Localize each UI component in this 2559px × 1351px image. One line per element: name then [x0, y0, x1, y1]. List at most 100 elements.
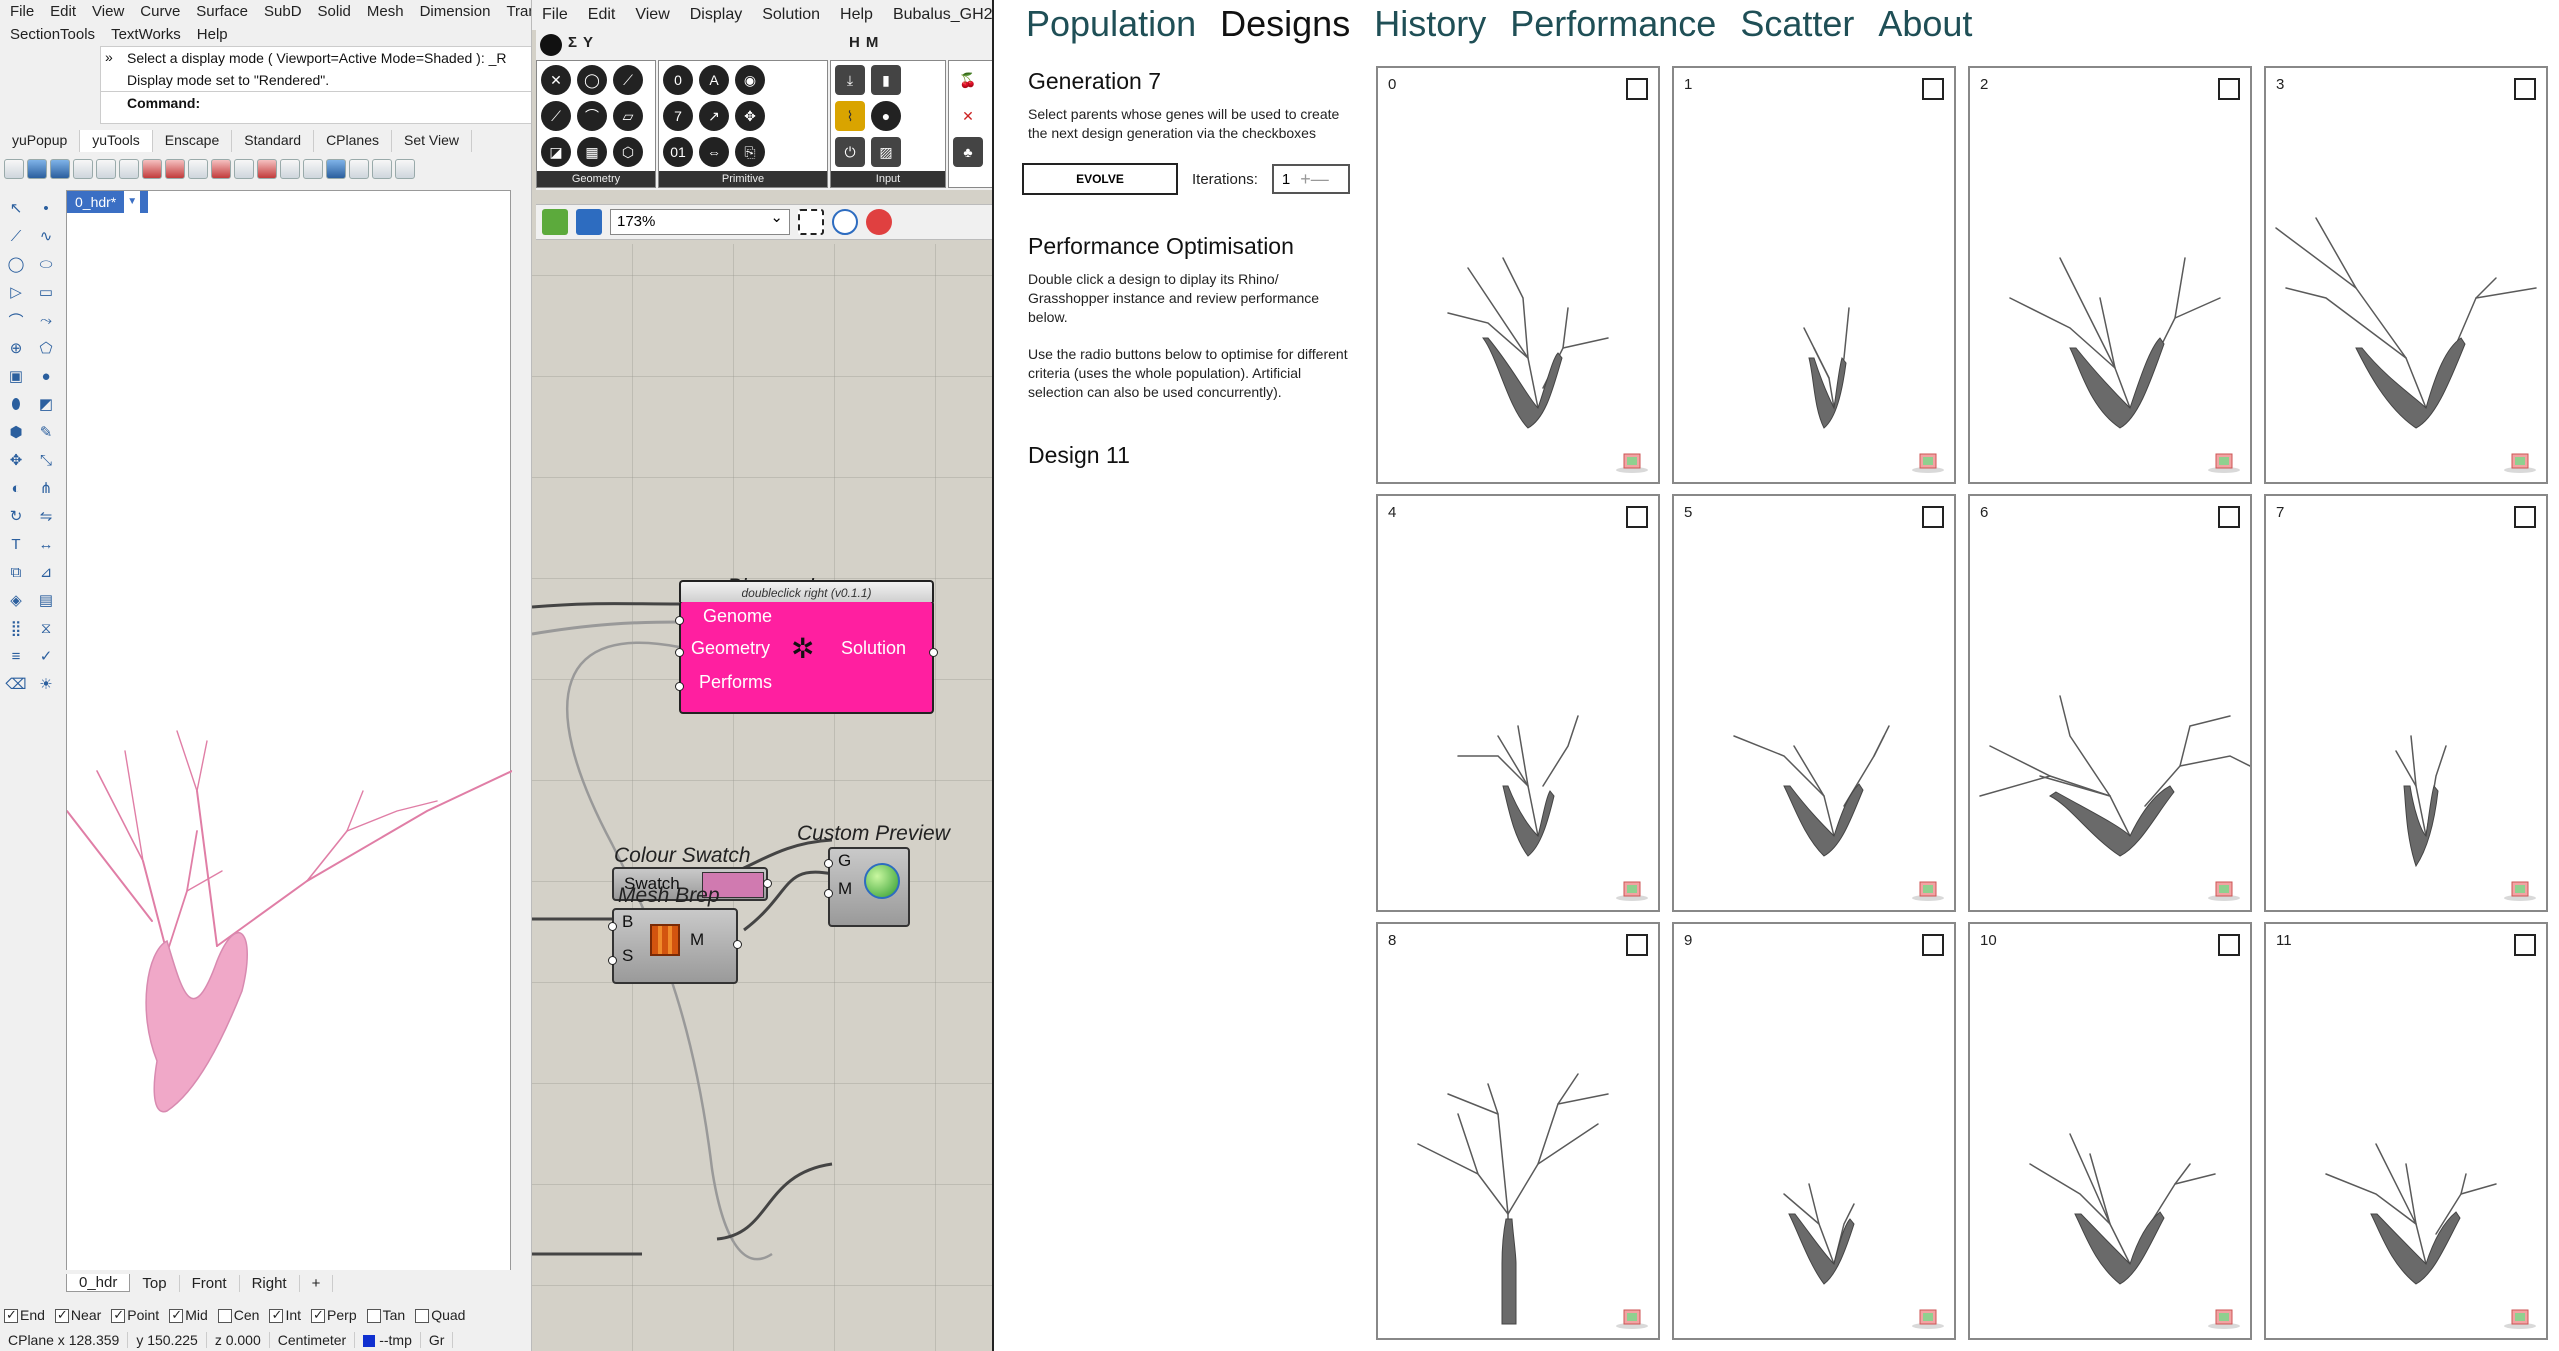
cherry-icon[interactable]: 🍒	[953, 65, 983, 95]
mesh-brep-component[interactable]: B S M	[608, 908, 742, 984]
cross-icon[interactable]: ✕	[953, 101, 983, 131]
mirror-icon[interactable]: ⇋	[34, 504, 58, 528]
cube-icon[interactable]	[96, 159, 116, 179]
geometry-port-icon[interactable]	[675, 648, 684, 657]
rhino-menu-surface[interactable]: Surface	[196, 3, 248, 20]
extrude-icon[interactable]: ⊕	[4, 336, 28, 360]
rhino-menu-dimension[interactable]: Dimension	[420, 3, 491, 20]
rhino-menu-solid[interactable]: Solid	[318, 3, 351, 20]
rhino-menu-sectiontools[interactable]: SectionTools	[10, 26, 95, 43]
design-card[interactable]: 11	[2264, 922, 2548, 1340]
nav-performance[interactable]: Performance	[1510, 3, 1716, 45]
rectangle-icon[interactable]: ▭	[34, 280, 58, 304]
osnap-mid[interactable]: Mid	[169, 1307, 208, 1324]
chevron-down-icon[interactable]: ▼	[124, 191, 141, 213]
cylinder-tool-icon[interactable]: ⬮	[4, 392, 28, 416]
hatch-icon[interactable]: ▤	[34, 588, 58, 612]
perspective-viewport[interactable]: 0_hdr* ▼	[66, 190, 513, 1295]
current-layer[interactable]: --tmp	[355, 1331, 421, 1348]
light-icon[interactable]: ☀	[34, 672, 58, 696]
world-icon[interactable]	[4, 159, 24, 179]
viewport-tab-0hdr[interactable]: 0_hdr	[66, 1274, 131, 1292]
viewport-label[interactable]: 0_hdr* ▼	[67, 191, 149, 213]
ellipse-icon[interactable]: ⬭	[34, 252, 58, 276]
zoom-select[interactable]: 173%	[610, 206, 790, 235]
tab-enscape[interactable]: Enscape	[153, 130, 233, 152]
units[interactable]: Centimeter	[270, 1331, 356, 1348]
genome-port-icon[interactable]	[675, 616, 684, 625]
osnap-perp-checkbox[interactable]	[311, 1307, 326, 1324]
osnap-near[interactable]: Near	[54, 1307, 101, 1324]
triangle-icon[interactable]: ▷	[4, 280, 28, 304]
boolean-icon[interactable]: ◐	[4, 476, 28, 500]
settings-port-icon[interactable]	[608, 956, 617, 965]
shaded-sphere-icon[interactable]	[27, 159, 47, 179]
swatch-output-port-icon[interactable]	[763, 879, 772, 888]
rotate-icon[interactable]	[280, 159, 300, 179]
slider-icon[interactable]: ▮	[871, 65, 901, 95]
circle-param-icon[interactable]: ◯	[577, 65, 607, 95]
tab-standard[interactable]: Standard	[232, 130, 315, 152]
graph-mapper-icon[interactable]: ⌇	[835, 101, 865, 131]
box-icon[interactable]	[119, 159, 139, 179]
split-icon[interactable]: ⋔	[34, 476, 58, 500]
offset-icon[interactable]: ⤳	[34, 308, 58, 332]
osnap-end-checkbox[interactable]	[4, 1307, 18, 1324]
osnap-cen-checkbox[interactable]	[217, 1309, 232, 1324]
tab-cplanes[interactable]: CPlanes	[314, 130, 392, 152]
plane-icon[interactable]: ◩	[34, 392, 58, 416]
rhino-menu-subd[interactable]: SubD	[264, 3, 302, 20]
osnap-near-checkbox[interactable]	[54, 1307, 69, 1324]
rhino-menu-curve[interactable]: Curve	[140, 3, 180, 20]
osnap-tan-checkbox[interactable]	[366, 1309, 381, 1324]
shape-icon[interactable]	[234, 159, 254, 179]
block-icon[interactable]	[326, 159, 346, 179]
tree-icon[interactable]: ♣	[953, 137, 983, 167]
colour-param-icon[interactable]: ◉	[735, 65, 765, 95]
osnap-quad-checkbox[interactable]	[415, 1309, 430, 1324]
circle-icon[interactable]: ◯	[4, 252, 28, 276]
brep-port-icon[interactable]	[608, 922, 617, 931]
array-icon[interactable]	[395, 159, 415, 179]
gradient-icon[interactable]: ●	[871, 101, 901, 131]
tab-set-view[interactable]: Set View	[392, 130, 472, 152]
osnap-point-checkbox[interactable]	[111, 1307, 126, 1324]
nav-scatter[interactable]: Scatter	[1740, 3, 1854, 45]
filter-icon[interactable]	[165, 159, 185, 179]
tab-yutools[interactable]: yuTools	[80, 130, 153, 152]
design-card[interactable]: 1	[1672, 66, 1956, 484]
group-icon[interactable]: ⧉	[4, 560, 28, 584]
point-param-icon[interactable]: ✥	[735, 101, 765, 131]
rhino-menu-file[interactable]: File	[10, 3, 34, 20]
osnap-int-checkbox[interactable]	[269, 1307, 284, 1324]
polyline-icon[interactable]: ⟋	[4, 224, 28, 248]
osnap-point[interactable]: Point	[111, 1307, 159, 1324]
performs-input[interactable]: Performs	[699, 672, 772, 693]
nav-designs[interactable]: Designs	[1220, 3, 1350, 45]
design-card[interactable]: 7	[2264, 494, 2548, 912]
check-icon[interactable]: ✓	[34, 644, 58, 668]
iterations-value[interactable]: 1	[1282, 171, 1290, 188]
boolean-toggle-icon[interactable]: ⏻	[835, 137, 865, 167]
rhino-menu-help[interactable]: Help	[197, 26, 228, 43]
layer-tool-icon[interactable]: ≡	[4, 644, 28, 668]
dimension-icon[interactable]: ↔	[34, 532, 58, 556]
number-param-icon[interactable]: 0	[663, 65, 693, 95]
sketch-pen-icon[interactable]	[866, 209, 892, 235]
save-file-icon[interactable]	[576, 209, 602, 235]
sets-tab[interactable]: Y	[583, 34, 593, 56]
mesh-icon[interactable]: ⬢	[4, 420, 28, 444]
brep-param-icon[interactable]: ◪	[541, 137, 571, 167]
scale-icon[interactable]: ⤡	[34, 448, 58, 472]
performs-port-icon[interactable]	[675, 682, 684, 691]
analyze-icon[interactable]: ⊿	[34, 560, 58, 584]
curve-icon[interactable]: ∿	[34, 224, 58, 248]
vector-param-icon[interactable]: ↗	[699, 101, 729, 131]
nav-population[interactable]: Population	[1026, 3, 1196, 45]
viewport-tab-right[interactable]: Right	[240, 1274, 300, 1292]
arc-param-icon[interactable]: ⌒	[577, 101, 607, 131]
nav-about[interactable]: About	[1878, 3, 1972, 45]
human-tab[interactable]: H	[849, 34, 860, 56]
design-card[interactable]: 3	[2264, 66, 2548, 484]
custom-preview-component[interactable]: G M	[824, 847, 910, 927]
